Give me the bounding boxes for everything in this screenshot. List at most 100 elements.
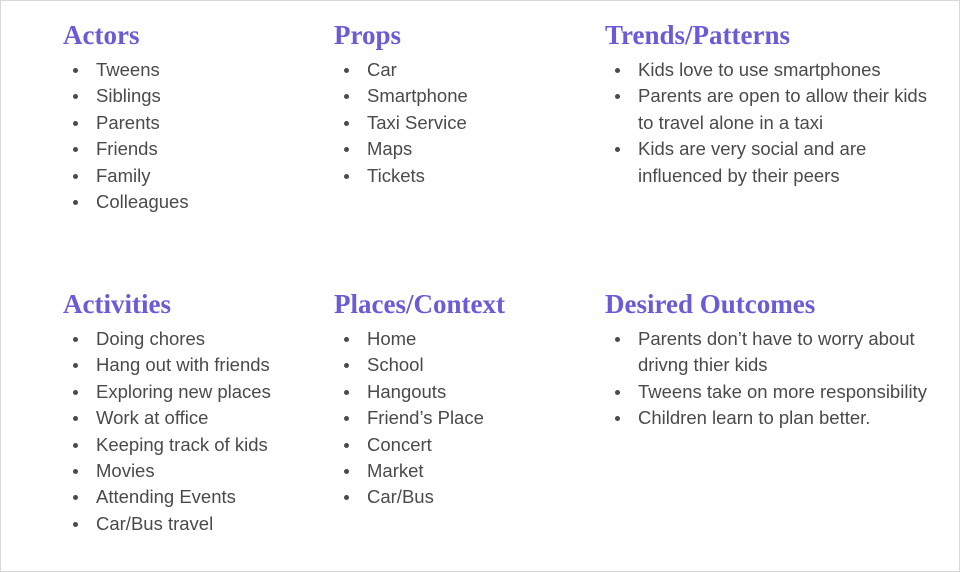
bullet-icon bbox=[344, 94, 349, 100]
list-item: Maps bbox=[334, 136, 584, 162]
list-item: Home bbox=[334, 326, 584, 352]
list-item-text: Kids are very social and are influenced … bbox=[638, 138, 867, 186]
list-item: Parents bbox=[63, 110, 313, 136]
list-item-text: Market bbox=[367, 460, 424, 482]
activities-heading: Activities bbox=[63, 289, 171, 319]
list-item-text: Parents don’t have to worry about drivng… bbox=[638, 328, 915, 376]
list-item: Car bbox=[334, 57, 584, 83]
list-item-text: Work at office bbox=[96, 407, 209, 429]
list-item-text: Parents are open to allow their kids to … bbox=[638, 85, 927, 133]
bullet-icon bbox=[73, 389, 78, 395]
list-item: Attending Events bbox=[63, 484, 313, 510]
activities-section: Activities Doing chores Hang out with fri… bbox=[63, 286, 313, 537]
list-item: Movies bbox=[63, 458, 313, 484]
bullet-icon bbox=[615, 416, 620, 422]
bullet-icon bbox=[73, 495, 78, 501]
bullet-icon bbox=[73, 147, 78, 153]
list-item: Car/Bus bbox=[334, 484, 584, 510]
list-item: Exploring new places bbox=[63, 379, 313, 405]
list-item-text: Family bbox=[96, 164, 151, 186]
list-item-text: Movies bbox=[96, 460, 155, 482]
bullet-icon bbox=[344, 68, 349, 73]
bullet-icon bbox=[615, 389, 620, 395]
desired-outcomes-list: Parents don’t have to worry about drivng… bbox=[605, 326, 940, 432]
bullet-icon bbox=[344, 173, 349, 179]
list-item-text: Children learn to plan better. bbox=[638, 407, 871, 429]
list-item: Keeping track of kids bbox=[63, 432, 313, 458]
list-item-text: Parents bbox=[96, 111, 160, 133]
trends-patterns-section: Trends/Patterns Kids love to use smartph… bbox=[605, 17, 935, 189]
bullet-icon bbox=[344, 389, 349, 395]
list-item: Friends bbox=[63, 136, 313, 162]
bullet-icon bbox=[344, 363, 349, 369]
bullet-icon bbox=[73, 200, 78, 206]
list-item-text: Maps bbox=[367, 138, 413, 160]
list-item-text: Colleagues bbox=[96, 191, 189, 213]
bullet-icon bbox=[73, 173, 78, 179]
props-list: Car Smartphone Taxi Service Maps Tickets bbox=[334, 57, 584, 189]
list-item: Parents don’t have to worry about drivng… bbox=[605, 326, 940, 379]
bullet-icon bbox=[73, 94, 78, 100]
desired-outcomes-section: Desired Outcomes Parents don’t have to w… bbox=[605, 286, 940, 432]
list-item-text: Hangouts bbox=[367, 380, 447, 402]
list-item-text: Car bbox=[367, 59, 397, 80]
list-item-text: Concert bbox=[367, 433, 432, 455]
list-item: Kids love to use smartphones bbox=[605, 57, 935, 83]
list-item: Hangouts bbox=[334, 379, 584, 405]
bullet-icon bbox=[73, 416, 78, 422]
list-item: Car/Bus travel bbox=[63, 511, 313, 537]
list-item: Doing chores bbox=[63, 326, 313, 352]
bullet-icon bbox=[344, 147, 349, 153]
list-item: Colleagues bbox=[63, 189, 313, 215]
list-item: Market bbox=[334, 458, 584, 484]
bullet-icon bbox=[615, 147, 620, 153]
list-item: Tweens take on more responsibility bbox=[605, 379, 940, 405]
list-item: Parents are open to allow their kids to … bbox=[605, 83, 935, 136]
bullet-icon bbox=[615, 68, 620, 73]
list-item-text: Siblings bbox=[96, 85, 161, 107]
bullet-icon bbox=[344, 337, 349, 342]
list-item-text: Attending Events bbox=[96, 486, 236, 508]
actors-heading: Actors bbox=[63, 20, 140, 50]
list-item-text: Smartphone bbox=[367, 85, 468, 107]
list-item-text: Friends bbox=[96, 138, 158, 160]
actors-list: Tweens Siblings Parents Friends Family Collea… bbox=[63, 57, 313, 215]
list-item-text: Hang out with friends bbox=[96, 354, 270, 376]
bullet-icon bbox=[344, 416, 349, 422]
places-context-section: Places/Context Home School Hangouts Friend’… bbox=[334, 286, 584, 511]
bullet-icon bbox=[615, 94, 620, 100]
places-context-list: Home School Hangouts Friend’s Place Concert M… bbox=[334, 326, 584, 511]
list-item: Smartphone bbox=[334, 83, 584, 109]
props-section: Props Car Smartphone Taxi Service Maps Ticke… bbox=[334, 17, 584, 189]
list-item: Children learn to plan better. bbox=[605, 405, 940, 431]
props-heading: Props bbox=[334, 20, 402, 50]
list-item: Siblings bbox=[63, 83, 313, 109]
bullet-icon bbox=[615, 337, 620, 342]
list-item: Tickets bbox=[334, 163, 584, 189]
list-item-text: Tweens bbox=[96, 59, 160, 80]
list-item-text: Tickets bbox=[367, 164, 425, 186]
bullet-icon bbox=[73, 120, 78, 126]
list-item-text: School bbox=[367, 354, 424, 376]
list-item: Kids are very social and are influenced … bbox=[605, 136, 935, 189]
list-item-text: Exploring new places bbox=[96, 380, 271, 402]
actors-section: Actors Tweens Siblings Parents Friends Famil… bbox=[63, 17, 313, 215]
list-item-text: Friend’s Place bbox=[367, 407, 484, 429]
bullet-icon bbox=[73, 521, 78, 527]
list-item: Friend’s Place bbox=[334, 405, 584, 431]
trends-patterns-list: Kids love to use smartphones Parents are … bbox=[605, 57, 935, 189]
list-item-text: Car/Bus bbox=[367, 486, 434, 508]
list-item: School bbox=[334, 352, 584, 378]
list-item: Hang out with friends bbox=[63, 352, 313, 378]
trends-patterns-heading: Trends/Patterns bbox=[605, 20, 790, 50]
list-item: Concert bbox=[334, 432, 584, 458]
list-item-text: Keeping track of kids bbox=[96, 433, 268, 455]
list-item: Tweens bbox=[63, 57, 313, 83]
bullet-icon bbox=[73, 469, 78, 475]
list-item-text: Kids love to use smartphones bbox=[638, 59, 881, 80]
list-item: Work at office bbox=[63, 405, 313, 431]
bullet-icon bbox=[73, 442, 78, 448]
places-context-heading: Places/Context bbox=[334, 289, 505, 319]
list-item-text: Doing chores bbox=[96, 328, 206, 349]
activities-list: Doing chores Hang out with friends Explori… bbox=[63, 326, 313, 537]
